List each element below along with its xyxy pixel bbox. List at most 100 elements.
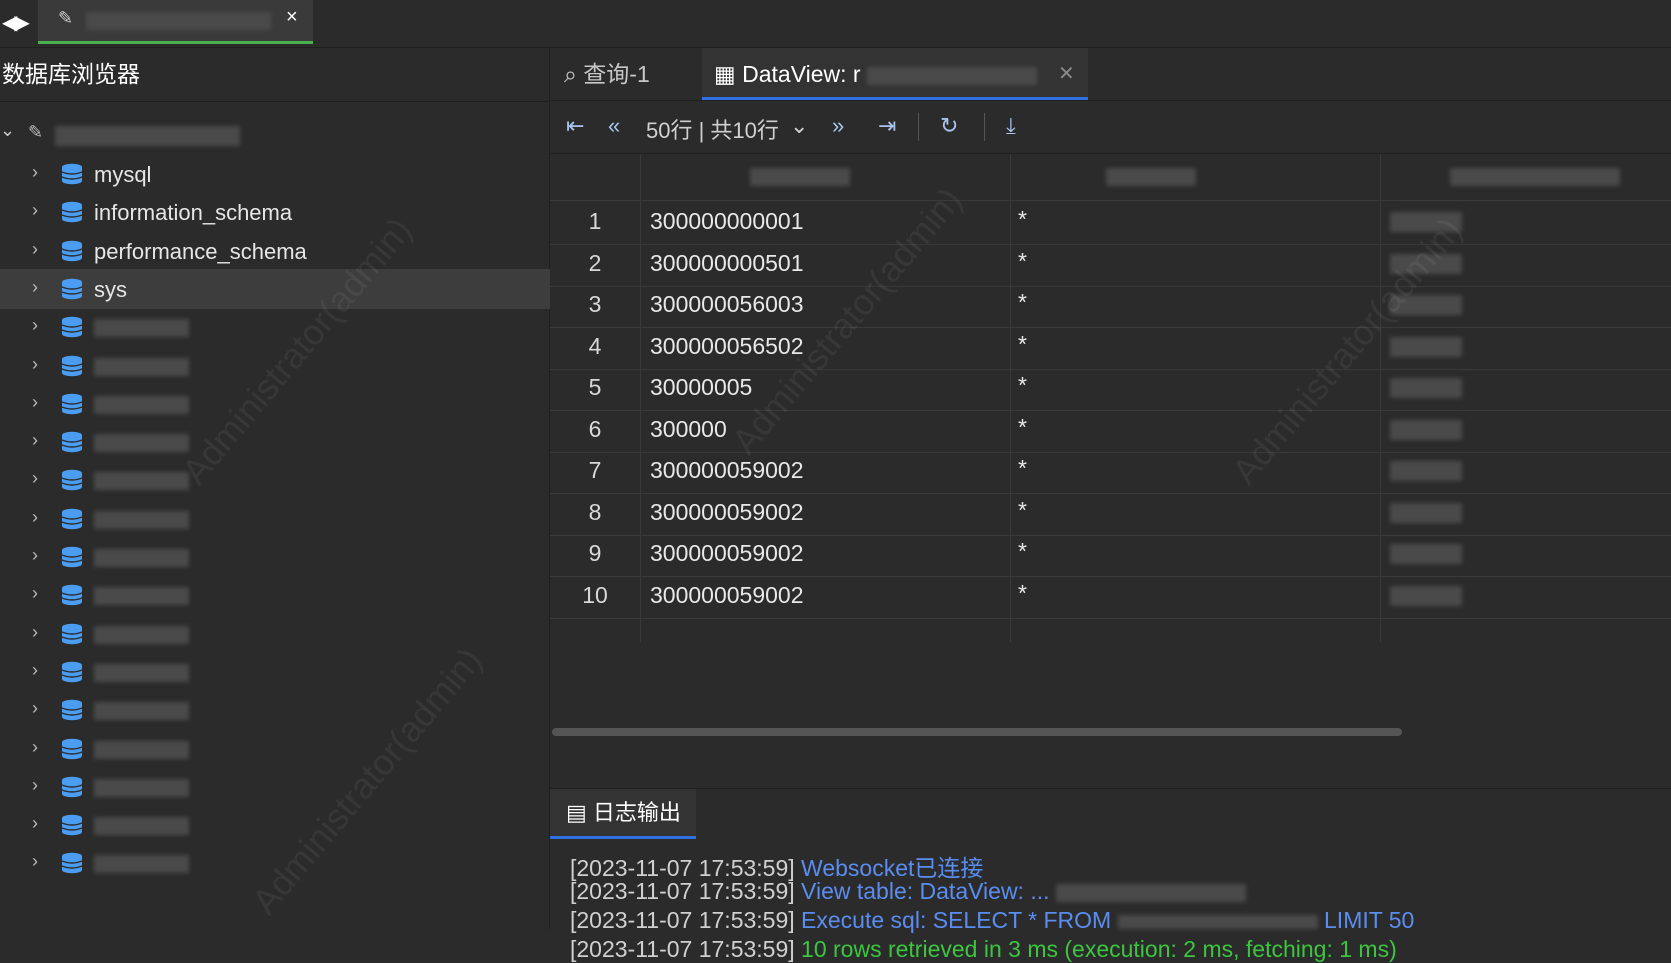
cell-value[interactable]: * bbox=[1018, 206, 1027, 233]
table-row[interactable]: 9 300000059002 * bbox=[550, 532, 1671, 577]
chevron-right-icon[interactable]: › bbox=[32, 239, 38, 260]
cell-redacted[interactable] bbox=[1390, 544, 1462, 564]
sidebar-item-database[interactable]: › bbox=[0, 729, 550, 769]
chevron-right-icon[interactable]: › bbox=[32, 622, 38, 643]
chevron-right-icon[interactable]: › bbox=[32, 660, 38, 681]
log-timestamp: [2023-11-07 17:53:59] bbox=[570, 907, 795, 933]
cell-value[interactable]: * bbox=[1018, 289, 1027, 316]
cell-redacted[interactable] bbox=[1390, 212, 1462, 232]
horizontal-scrollbar[interactable] bbox=[552, 728, 1402, 736]
cell-value[interactable]: * bbox=[1018, 372, 1027, 399]
table-row[interactable]: 1 300000000001 * bbox=[550, 200, 1671, 245]
tab-query-1[interactable]: ⌕ 查询-1 bbox=[564, 48, 650, 100]
chevron-right-icon[interactable]: › bbox=[32, 507, 38, 528]
cell-value[interactable]: * bbox=[1018, 497, 1027, 524]
column-header-redacted[interactable] bbox=[750, 168, 850, 186]
sidebar-item-database[interactable]: › bbox=[0, 422, 550, 462]
last-page-icon[interactable]: ⇥ bbox=[878, 113, 896, 139]
chevron-right-icon[interactable]: › bbox=[32, 851, 38, 872]
sidebar-item-database[interactable]: › sys bbox=[0, 268, 550, 309]
cell-value[interactable]: * bbox=[1018, 538, 1027, 565]
cell-id[interactable]: 300000059002 bbox=[650, 499, 804, 526]
column-header-redacted[interactable] bbox=[1106, 168, 1196, 186]
table-row[interactable]: 2 300000000501 * bbox=[550, 242, 1671, 287]
prev-page-icon[interactable]: « bbox=[608, 113, 620, 139]
connection-node[interactable]: ⌄ ✎ bbox=[0, 116, 550, 156]
sidebar-item-database[interactable]: › mysql bbox=[0, 154, 550, 194]
close-icon[interactable]: ✕ bbox=[1058, 48, 1075, 100]
first-page-icon[interactable]: ⇤ bbox=[566, 113, 584, 139]
chevron-right-icon[interactable]: › bbox=[32, 392, 38, 413]
sidebar-item-database[interactable]: › bbox=[0, 614, 550, 654]
sidebar-item-database[interactable]: › bbox=[0, 767, 550, 807]
cell-redacted[interactable] bbox=[1390, 253, 1462, 274]
sidebar-item-database[interactable]: › bbox=[0, 690, 550, 730]
cell-id[interactable]: 300000056502 bbox=[650, 333, 804, 360]
chevron-right-icon[interactable]: › bbox=[32, 354, 38, 375]
cell-redacted[interactable] bbox=[1390, 502, 1462, 523]
table-row[interactable]: 8 300000059002 * bbox=[550, 491, 1671, 536]
table-row[interactable]: 10 300000059002 * bbox=[550, 574, 1671, 619]
table-row[interactable]: 3 300000056003 * bbox=[550, 283, 1671, 328]
cell-value[interactable]: * bbox=[1018, 580, 1027, 607]
cell-id[interactable]: 300000 bbox=[650, 416, 727, 443]
sidebar-item-database[interactable]: › information_schema bbox=[0, 192, 550, 232]
cell-redacted[interactable] bbox=[1390, 585, 1462, 606]
chevron-right-icon[interactable]: › bbox=[32, 162, 38, 183]
cell-redacted[interactable] bbox=[1390, 378, 1462, 398]
chevron-down-icon[interactable]: ⌄ bbox=[0, 120, 15, 141]
table-row[interactable]: 4 300000056502 * bbox=[550, 325, 1671, 370]
table-row[interactable]: 6 300000 * bbox=[550, 408, 1671, 453]
sidebar-item-database[interactable]: › bbox=[0, 652, 550, 692]
cell-id[interactable]: 300000000501 bbox=[650, 250, 804, 277]
sidebar-item-database[interactable]: › bbox=[0, 384, 550, 424]
cell-value[interactable]: * bbox=[1018, 455, 1027, 482]
window-tab[interactable]: ✎ × bbox=[38, 0, 313, 44]
chevron-right-icon[interactable]: › bbox=[32, 315, 38, 336]
sidebar-item-database[interactable]: › performance_schema bbox=[0, 231, 550, 271]
cell-value[interactable]: * bbox=[1018, 248, 1027, 275]
cell-id[interactable]: 300000059002 bbox=[650, 582, 804, 609]
download-icon[interactable]: ⤓ bbox=[1006, 113, 1016, 139]
cell-value[interactable]: * bbox=[1018, 414, 1027, 441]
tab-log-output[interactable]: ▤ 日志输出 bbox=[550, 789, 696, 839]
cell-id[interactable]: 30000005 bbox=[650, 374, 752, 401]
chevron-right-icon[interactable]: › bbox=[32, 698, 38, 719]
tab-dataview[interactable]: ▦ DataView: r ✕ bbox=[702, 48, 1088, 100]
column-header-redacted[interactable] bbox=[1450, 168, 1620, 186]
cell-value[interactable]: * bbox=[1018, 331, 1027, 358]
cell-id[interactable]: 300000059002 bbox=[650, 540, 804, 567]
chevron-right-icon[interactable]: › bbox=[32, 583, 38, 604]
chevron-right-icon[interactable]: › bbox=[32, 775, 38, 796]
cell-redacted[interactable] bbox=[1390, 461, 1462, 481]
sidebar-item-database[interactable]: › bbox=[0, 805, 550, 845]
chevron-right-icon[interactable]: › bbox=[32, 430, 38, 451]
chevron-right-icon[interactable]: › bbox=[32, 545, 38, 566]
sidebar-item-database[interactable]: › bbox=[0, 307, 550, 347]
sidebar-item-database[interactable]: › bbox=[0, 346, 550, 386]
cell-id[interactable]: 300000059002 bbox=[650, 457, 804, 484]
chevron-right-icon[interactable]: › bbox=[32, 813, 38, 834]
close-icon[interactable]: × bbox=[286, 6, 298, 29]
sidebar-item-database[interactable]: › bbox=[0, 499, 550, 539]
table-row[interactable]: 5 30000005 * bbox=[550, 366, 1671, 411]
chevron-right-icon[interactable]: › bbox=[32, 200, 38, 221]
cell-redacted[interactable] bbox=[1390, 336, 1462, 357]
sidebar-item-database[interactable]: › bbox=[0, 537, 550, 577]
chevron-right-icon[interactable]: › bbox=[32, 737, 38, 758]
cell-redacted[interactable] bbox=[1390, 295, 1462, 315]
sidebar-item-database[interactable]: › bbox=[0, 843, 550, 883]
chevron-right-icon[interactable]: › bbox=[32, 468, 38, 489]
refresh-icon[interactable]: ↻ bbox=[940, 113, 958, 139]
sidebar-item-database[interactable]: › bbox=[0, 460, 550, 500]
cell-id[interactable]: 300000000001 bbox=[650, 208, 804, 235]
nav-arrows-icon[interactable]: ◀▶ bbox=[2, 10, 30, 35]
cell-redacted[interactable] bbox=[1390, 419, 1462, 440]
pagination-select[interactable]: 50行 | 共10行 bbox=[646, 113, 779, 145]
chevron-down-icon[interactable]: ⌄ bbox=[790, 113, 808, 139]
next-page-icon[interactable]: » bbox=[832, 113, 844, 139]
chevron-right-icon[interactable]: › bbox=[32, 277, 38, 298]
sidebar-item-database[interactable]: › bbox=[0, 575, 550, 615]
cell-id[interactable]: 300000056003 bbox=[650, 291, 804, 318]
table-row[interactable]: 7 300000059002 * bbox=[550, 449, 1671, 494]
